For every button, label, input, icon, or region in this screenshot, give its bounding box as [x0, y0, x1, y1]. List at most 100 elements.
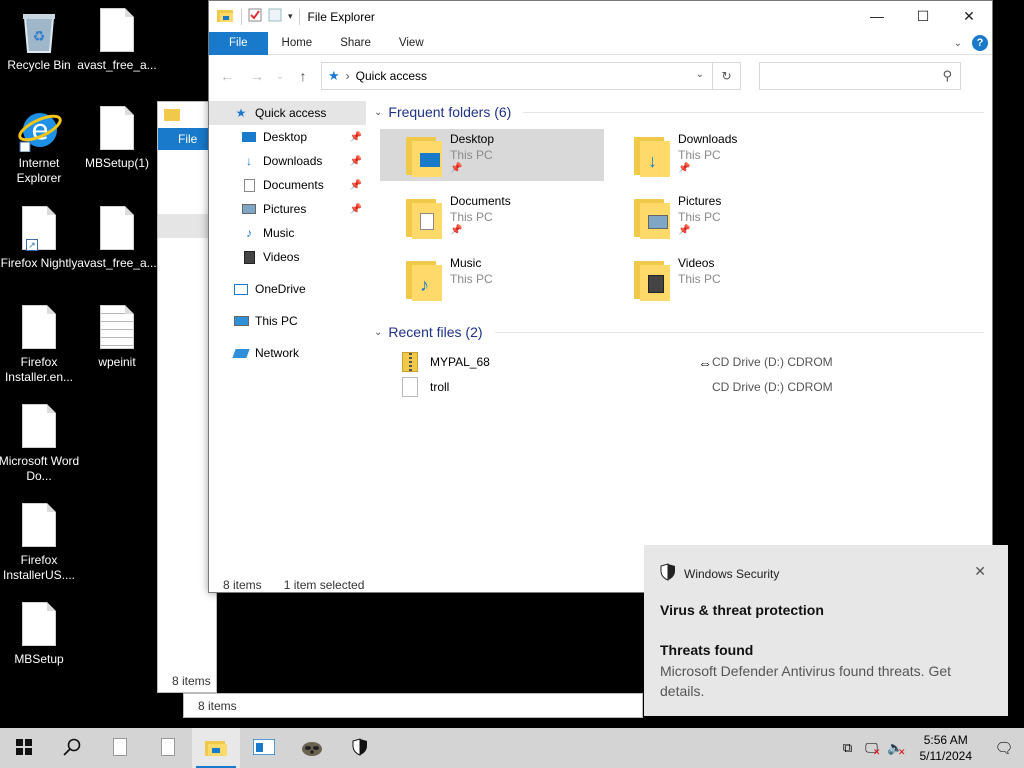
desktop-icon-label: MBSetup	[14, 652, 64, 666]
notification-close-icon[interactable]: ✕	[974, 563, 986, 580]
sidebar-item-network[interactable]: Network	[209, 341, 366, 365]
security-notification[interactable]: Windows Security ✕ Virus & threat protec…	[644, 545, 1008, 716]
desktop-icon-word-doc[interactable]: Microsoft Word Do...	[0, 404, 81, 484]
meet-now-icon[interactable]: ⧉	[836, 740, 860, 756]
folder-tile-downloads[interactable]: ↓ Downloads This PC 📌	[608, 129, 832, 181]
tab-home[interactable]: Home	[268, 32, 327, 55]
navigation-bar: ← → ⌄ ↑ ★ › Quick access ⌄ ↻ ⚲	[209, 55, 992, 97]
folder-tile-music[interactable]: ♪ Music This PC	[380, 253, 604, 305]
close-button[interactable]: ✕	[946, 1, 992, 31]
taskbar-app-raccoon[interactable]	[288, 728, 336, 768]
documents-icon	[241, 178, 257, 192]
folder-name: Desktop	[450, 132, 495, 146]
sidebar-item-documents[interactable]: Documents 📌	[209, 173, 366, 197]
folder-name: Downloads	[678, 132, 738, 146]
pin-icon: 📌	[349, 155, 362, 167]
back-button[interactable]: ←	[215, 68, 239, 84]
volume-muted-icon[interactable]: 🔈 ✕	[884, 740, 908, 757]
desktop-icon-mbsetup-1[interactable]: MBSetup(1)	[75, 106, 159, 171]
tab-view[interactable]: View	[385, 32, 438, 55]
breadcrumb-quick-access[interactable]: Quick access	[356, 69, 427, 83]
folder-name: Videos	[678, 256, 715, 270]
qat-dropdown-icon[interactable]: ▾	[288, 11, 293, 22]
collapse-chevron-icon: ⌄	[374, 106, 383, 118]
pictures-folder-icon	[634, 199, 670, 239]
sidebar-item-desktop[interactable]: Desktop 📌	[209, 125, 366, 149]
sidebar-item-this-pc[interactable]: This PC	[209, 309, 366, 333]
sidebar-item-label: Documents	[263, 178, 324, 192]
address-dropdown-icon[interactable]: ⌄	[696, 69, 704, 80]
folder-tile-videos[interactable]: Videos This PC	[608, 253, 832, 305]
desktop-icon-firefox-installer-us[interactable]: Firefox InstallerUS....	[0, 503, 81, 583]
help-button[interactable]: ?	[972, 35, 988, 51]
bg-file-tab[interactable]: File	[158, 128, 214, 150]
desktop-icon-recycle-bin[interactable]: ♻ Recycle Bin	[0, 8, 81, 73]
taskbar-app-document-2[interactable]	[144, 728, 192, 768]
recent-files-header[interactable]: ⌄ Recent files (2)	[374, 319, 984, 345]
pin-icon: 📌	[349, 131, 362, 143]
sidebar-item-downloads[interactable]: ↓ Downloads 📌	[209, 149, 366, 173]
notification-app-name: Windows Security	[684, 566, 780, 581]
pin-icon: 📌	[450, 225, 463, 236]
taskbar: ⧉ 🖵 ✕ 🔈 ✕ 5:56 AM 5/11/2024 🗨	[0, 728, 1024, 768]
maximize-button[interactable]: ☐	[900, 1, 946, 31]
document-icon	[17, 305, 61, 351]
network-icon[interactable]: 🖵 ✕	[860, 740, 884, 757]
taskbar-app-document-1[interactable]	[96, 728, 144, 768]
taskbar-app-window[interactable]	[240, 728, 288, 768]
properties-icon[interactable]	[248, 8, 262, 25]
star-icon: ★	[235, 106, 247, 120]
desktop-icon-mbsetup[interactable]: MBSetup	[0, 602, 81, 667]
minimize-button[interactable]: —	[854, 1, 900, 31]
explorer-body: ★ Quick access Desktop 📌 ↓ Downloads 📌 D…	[209, 97, 992, 575]
desktop-icon-avast-1[interactable]: avast_free_a...	[75, 8, 159, 73]
pictures-icon	[241, 202, 257, 216]
clock[interactable]: 5:56 AM 5/11/2024	[908, 732, 985, 764]
sidebar-item-videos[interactable]: Videos	[209, 245, 366, 269]
app-window-icon	[252, 737, 276, 758]
forward-button[interactable]: →	[245, 68, 269, 84]
system-tray: ⧉ 🖵 ✕ 🔈 ✕ 5:56 AM 5/11/2024 🗨	[836, 728, 1024, 768]
file-explorer-window[interactable]: ▾ File Explorer — ☐ ✕ File Home Share Vi…	[208, 0, 993, 593]
new-folder-icon[interactable]	[268, 8, 282, 25]
sidebar-item-pictures[interactable]: Pictures 📌	[209, 197, 366, 221]
search-input[interactable]: ⚲	[759, 62, 961, 90]
folder-tile-pictures[interactable]: Pictures This PC 📌	[608, 191, 832, 243]
desktop-icon-wpeinit[interactable]: wpeinit	[75, 305, 159, 370]
svg-text:♻: ♻	[33, 28, 46, 44]
action-center-icon[interactable]: 🗨	[984, 739, 1024, 757]
start-button[interactable]	[0, 728, 48, 768]
tab-file[interactable]: File	[209, 31, 268, 55]
desktop-icon-avast-2[interactable]: avast_free_a...	[75, 206, 159, 271]
quick-access-star-icon: ★	[328, 68, 340, 83]
frequent-folders-header[interactable]: ⌄ Frequent folders (6)	[374, 99, 984, 125]
folder-location: This PC	[450, 272, 493, 286]
breadcrumb-separator[interactable]: ›	[346, 69, 350, 83]
up-button[interactable]: ↑	[291, 68, 315, 84]
folder-location: This PC	[450, 148, 493, 162]
expand-ribbon-icon[interactable]: ⌄	[954, 38, 962, 49]
desktop-icon-label: Internet Explorer	[16, 156, 62, 185]
recent-locations-icon[interactable]: ⌄	[275, 71, 285, 82]
taskbar-app-file-explorer[interactable]	[192, 728, 240, 768]
background-explorer-window-2[interactable]: 8 items	[183, 693, 643, 718]
sidebar-item-music[interactable]: ♪ Music	[209, 221, 366, 245]
videos-folder-icon	[634, 261, 670, 301]
refresh-button[interactable]: ↻	[712, 63, 740, 89]
folder-name: Documents	[450, 194, 511, 208]
raccoon-icon	[300, 737, 324, 760]
folder-tile-documents[interactable]: Documents This PC 📌	[380, 191, 604, 243]
desktop-icon-firefox-nightly[interactable]: ↗ Firefox Nightly	[0, 206, 81, 271]
desktop-icon-internet-explorer[interactable]: e Internet Explorer	[0, 106, 81, 186]
sidebar-item-quick-access[interactable]: ★ Quick access	[209, 101, 366, 125]
search-button[interactable]	[48, 728, 96, 768]
desktop-icon-firefox-installer-en[interactable]: Firefox Installer.en...	[0, 305, 81, 385]
folder-tile-desktop[interactable]: Desktop This PC 📌	[380, 129, 604, 181]
taskbar-app-windows-security[interactable]	[336, 728, 384, 768]
tab-share[interactable]: Share	[326, 32, 385, 55]
sidebar-item-onedrive[interactable]: OneDrive	[209, 277, 366, 301]
recent-file-row[interactable]: MYPAL_68 ⇔ CD Drive (D:) CDROM	[402, 349, 984, 374]
address-bar[interactable]: ★ › Quick access ⌄ ↻	[321, 62, 741, 90]
pin-icon: 📌	[678, 163, 691, 174]
recent-file-row[interactable]: troll CD Drive (D:) CDROM	[402, 374, 984, 399]
